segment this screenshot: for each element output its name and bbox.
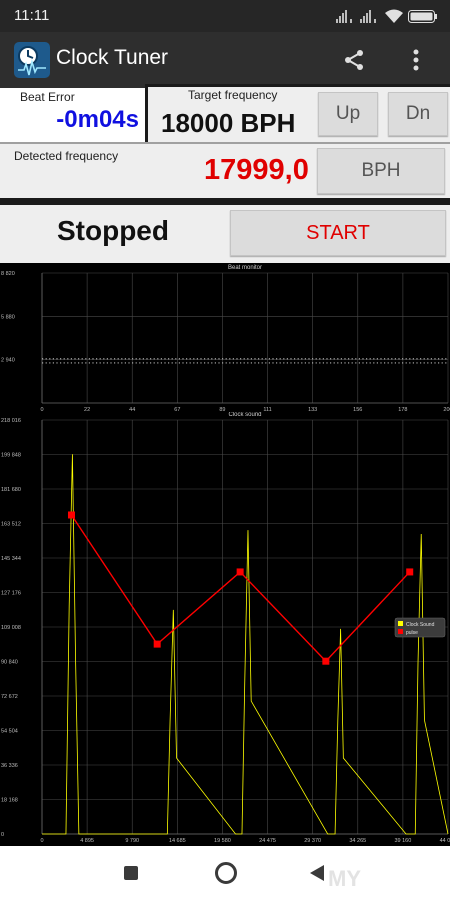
status-text: Stopped [57, 215, 169, 246]
up-button[interactable]: Up [318, 92, 378, 136]
x-tick-label: 24 475 [259, 838, 276, 844]
x-tick-label: 0 [40, 838, 43, 844]
beat-error-panel: Beat Error -0m04s [0, 88, 146, 146]
y-tick-label: 72 672 [1, 694, 18, 700]
x-tick-label: 9 790 [125, 838, 139, 844]
wifi-icon [385, 9, 403, 23]
share-icon[interactable] [342, 48, 366, 72]
beat-monitor-svg: Beat monitor0224467891111331561782008 82… [1, 265, 450, 413]
target-frequency-label: Target frequency [188, 88, 278, 102]
pulse-point [153, 640, 161, 648]
triangle-back-icon[interactable] [310, 865, 324, 881]
square-icon[interactable] [124, 866, 138, 880]
y-tick-label: 90 840 [1, 660, 18, 666]
pulse-line [70, 514, 411, 663]
y-tick-label: 145 344 [1, 556, 21, 562]
pulse-point [406, 568, 414, 576]
x-tick-label: 39 160 [394, 838, 411, 844]
app-title: Clock Tuner [56, 46, 169, 69]
more-vert-icon[interactable] [410, 48, 422, 72]
status-time: 11:11 [14, 7, 50, 24]
target-frequency-value: 18000 BPH [161, 108, 296, 138]
pulse-point [236, 568, 244, 576]
clock-tuner-icon [14, 42, 50, 78]
unit-button[interactable]: BPH [317, 148, 445, 194]
detected-frequency-value: 17999,0 [204, 154, 309, 186]
clock-sound-svg: Clock sound 0 4 895 9 790 14 685 19 580 24 475… [1, 412, 450, 844]
y-tick-label: 18 168 [1, 798, 18, 804]
pulse-point [67, 511, 75, 519]
chart-title: Clock sound [228, 412, 261, 418]
circle-icon[interactable] [214, 861, 238, 885]
y-tick-label: 54 504 [1, 729, 18, 735]
watermark: MY [328, 866, 361, 891]
beat-error-value: -0m04s [56, 106, 139, 133]
y-tick-label: 0 [1, 832, 4, 838]
y-tick-label: 36 336 [1, 763, 18, 769]
divider [0, 198, 450, 205]
clock-sound-line [42, 454, 449, 835]
x-tick-label: 19 580 [214, 838, 231, 844]
beat-monitor-chart: Beat monitor0224467891111331561782008 82… [0, 263, 450, 416]
chart-title: Beat monitor [228, 265, 262, 271]
y-tick-label: 109 008 [1, 625, 21, 631]
down-button[interactable]: Dn [388, 92, 448, 136]
x-tick-label: 4 895 [80, 838, 94, 844]
detected-frequency-panel: Detected frequency 17999,0 BPH [0, 142, 450, 198]
legend-entry: Clock Sound [406, 622, 435, 628]
pulse-point [322, 657, 330, 665]
app-bar: Clock Tuner [0, 32, 450, 88]
y-tick-label: 181 680 [1, 487, 21, 493]
x-tick-label: 44 055 [440, 838, 450, 844]
beat-error-label: Beat Error [20, 90, 75, 104]
status-bar: 11:11 [0, 0, 450, 32]
y-tick-label: 127 176 [1, 591, 21, 597]
y-tick-label: 2 940 [1, 358, 15, 364]
legend-swatch [398, 621, 403, 626]
battery-icon [408, 10, 437, 23]
x-tick-label: 34 265 [349, 838, 366, 844]
clock-sound-chart: Clock sound 0 4 895 9 790 14 685 19 580 24 475… [0, 412, 450, 846]
legend-swatch [398, 629, 403, 634]
start-button[interactable]: START [230, 210, 446, 256]
x-tick-label: 29 370 [304, 838, 321, 844]
x-tick-label: 14 685 [169, 838, 186, 844]
navigation-bar: MY [0, 846, 450, 900]
y-tick-label: 163 512 [1, 522, 21, 528]
y-tick-label: 218 016 [1, 418, 21, 424]
detected-frequency-label: Detected frequency [14, 149, 119, 163]
status-panel: Stopped START [0, 205, 450, 263]
y-tick-label: 199 848 [1, 453, 21, 459]
target-frequency-panel: Target frequency 18000 BPH Up Dn [145, 84, 450, 142]
legend-entry: pulse [406, 630, 418, 636]
y-tick-label: 5 880 [1, 314, 15, 320]
y-tick-label: 8 820 [1, 271, 15, 277]
